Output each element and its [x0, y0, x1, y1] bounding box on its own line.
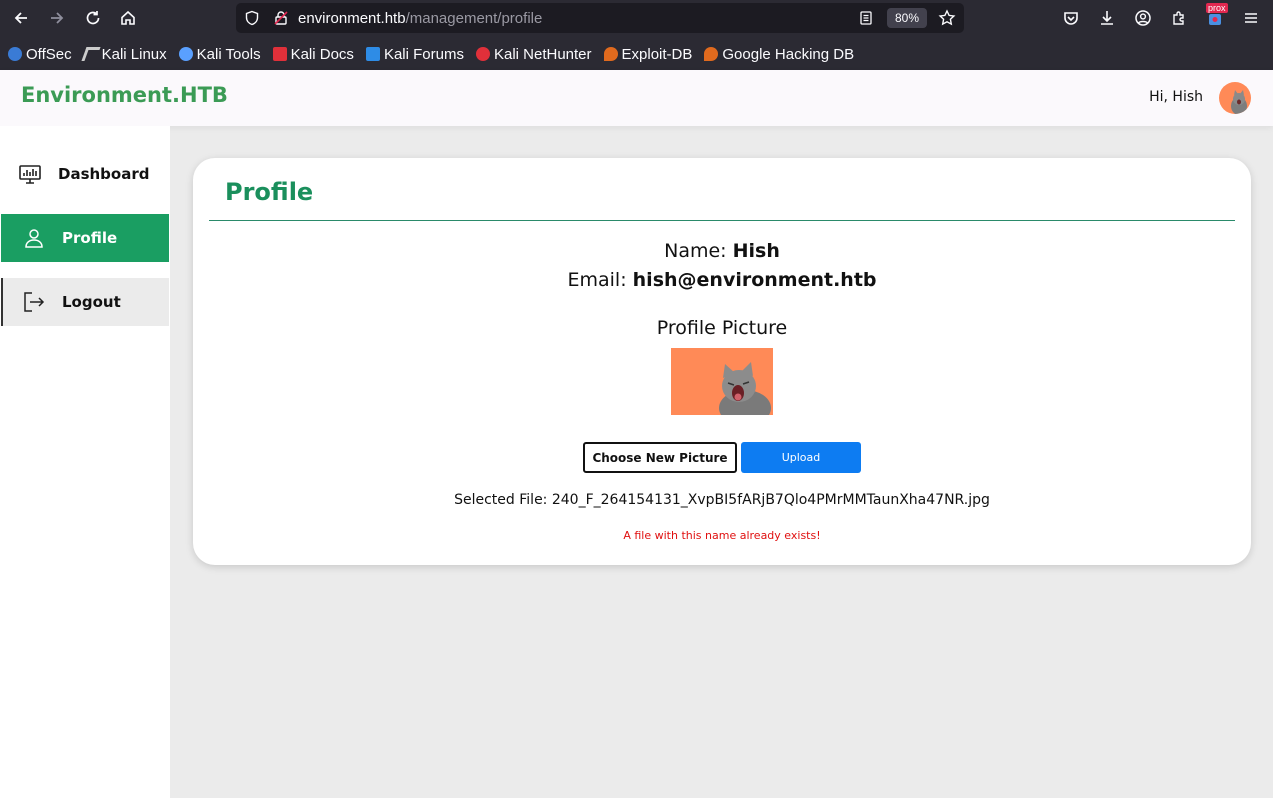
profile-card: Profile Name: Hish Email: hish@environme… — [193, 158, 1251, 565]
upload-error-message: A file with this name already exists! — [623, 529, 821, 542]
profile-name: Name: Hish — [193, 240, 1251, 262]
download-icon — [1101, 11, 1113, 25]
logout-icon — [24, 292, 45, 312]
bookmark-label: OffSec — [26, 45, 72, 63]
bookmark-label: Kali Forums — [383, 45, 464, 63]
url-path: /management/profile — [405, 10, 543, 27]
pocket-icon — [1064, 12, 1078, 25]
user-greeting: Hi, Hish — [1149, 89, 1203, 105]
bookmark-label: Kali Docs — [290, 45, 354, 63]
selected-file-name: 240_F_264154131_XvpBI5fARjB7Qlo4PMrMMTau… — [551, 492, 990, 508]
shield-icon — [245, 10, 259, 26]
proxy-badge: prox — [1206, 3, 1228, 13]
user-icon — [25, 229, 43, 248]
bookmark-offsec[interactable]: OffSec — [8, 46, 72, 63]
bookmark-kali-nethunter[interactable]: Kali NetHunter — [475, 45, 592, 63]
browser-toolbar: environment.htb/management/profile 80% p… — [0, 0, 1273, 36]
bookmark-label: Google Hacking DB — [722, 45, 855, 63]
reload-button[interactable] — [80, 5, 106, 31]
arrow-left-icon — [14, 12, 27, 24]
page-title: Profile — [225, 178, 314, 206]
arrow-right-icon — [51, 12, 64, 24]
name-value: Hish — [732, 240, 780, 262]
account-icon — [1135, 10, 1151, 26]
ghdb-icon — [704, 47, 719, 61]
home-icon — [121, 10, 135, 25]
back-button[interactable] — [8, 5, 34, 31]
bookmark-ghdb[interactable]: Google Hacking DB — [704, 46, 854, 63]
kali-tools-icon — [178, 47, 193, 61]
downloads-button[interactable] — [1094, 5, 1120, 31]
upload-button[interactable]: Upload — [741, 442, 861, 473]
profile-email: Email: hish@environment.htb — [193, 269, 1251, 291]
sidebar-item-dashboard[interactable]: Dashboard — [1, 150, 169, 198]
menu-button[interactable] — [1238, 5, 1264, 31]
bookmark-kali-docs[interactable]: Kali Docs — [272, 45, 354, 63]
url-text: environment.htb/management/profile — [298, 10, 542, 27]
reload-icon — [86, 11, 100, 25]
bookmark-label: Kali Linux — [101, 45, 167, 63]
offsec-icon — [8, 47, 22, 61]
bookmark-exploit-db[interactable]: Exploit-DB — [603, 45, 693, 63]
kali-forums-icon — [365, 47, 380, 61]
exploit-db-icon — [603, 47, 618, 61]
email-value: hish@environment.htb — [632, 269, 877, 291]
url-host: environment.htb — [298, 10, 406, 27]
app-header: Environment.HTB Hi, Hish — [0, 70, 1273, 126]
dashboard-monitor-icon — [19, 165, 41, 184]
sidebar: Dashboard Profile Logout — [0, 126, 170, 798]
sidebar-item-logout[interactable]: Logout — [1, 278, 169, 326]
cat-avatar-icon — [1231, 90, 1247, 114]
email-label: Email: — [567, 269, 627, 291]
avatar[interactable] — [1219, 82, 1251, 114]
zoom-level[interactable]: 80% — [887, 8, 927, 28]
bookmark-star-icon[interactable] — [938, 9, 956, 27]
profile-picture-heading: Profile Picture — [656, 317, 788, 339]
bookmark-kali-forums[interactable]: Kali Forums — [365, 45, 464, 63]
selected-file-label: Selected File: — [454, 492, 548, 508]
proxy-extension-button[interactable]: prox — [1202, 3, 1228, 31]
puzzle-icon — [1173, 11, 1184, 25]
selected-file: Selected File: 240_F_264154131_XvpBI5fAR… — [193, 492, 1251, 508]
bookmark-label: Kali NetHunter — [493, 45, 592, 63]
yawning-cat-icon — [719, 362, 771, 415]
brand-title[interactable]: Environment.HTB — [21, 83, 228, 107]
profile-picture — [671, 348, 773, 415]
account-button[interactable] — [1130, 5, 1156, 31]
pocket-button[interactable] — [1058, 5, 1084, 31]
kali-docs-icon — [272, 47, 287, 61]
kali-dragon-icon — [81, 47, 101, 61]
title-divider — [209, 220, 1235, 221]
bookmarks-bar: OffSec Kali Linux Kali Tools Kali Docs K… — [0, 40, 866, 68]
bookmark-kali-linux[interactable]: Kali Linux — [81, 45, 167, 63]
name-label: Name: — [664, 240, 727, 262]
reader-mode-icon[interactable] — [858, 10, 874, 26]
address-bar[interactable]: environment.htb/management/profile 80% — [236, 3, 964, 33]
hamburger-icon — [1245, 13, 1257, 23]
nethunter-icon — [475, 47, 490, 61]
insecure-lock-icon — [274, 11, 288, 25]
home-button[interactable] — [115, 5, 141, 31]
extensions-button[interactable] — [1166, 5, 1192, 31]
forward-button[interactable] — [44, 5, 70, 31]
sidebar-item-label: Dashboard — [58, 165, 150, 183]
bookmark-kali-tools[interactable]: Kali Tools — [178, 45, 261, 63]
choose-picture-button[interactable]: Choose New Picture — [583, 442, 737, 473]
sidebar-item-label: Profile — [62, 229, 118, 247]
bookmark-label: Exploit-DB — [621, 45, 693, 63]
sidebar-item-profile[interactable]: Profile — [1, 214, 169, 262]
browser-chrome: environment.htb/management/profile 80% p… — [0, 0, 1273, 70]
sidebar-item-label: Logout — [62, 293, 121, 311]
bookmark-label: Kali Tools — [196, 45, 261, 63]
